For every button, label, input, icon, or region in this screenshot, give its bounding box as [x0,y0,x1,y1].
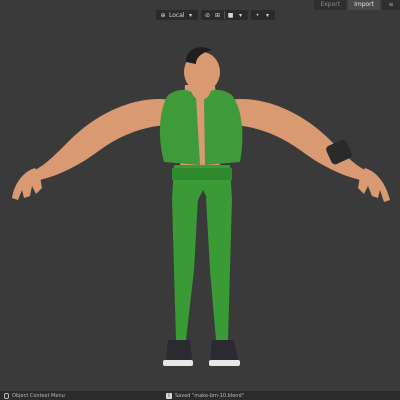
context-menu-hint: Object Context Menu [12,392,65,399]
mouse-icon [4,392,9,399]
chevron-down-icon[interactable]: ▾ [264,11,272,19]
3d-viewport[interactable]: ⊕ Local ▾ ⊘ ⊞ ■ ▾ • ▾ Export Import ≡ [0,0,400,400]
character-model [12,47,390,366]
info-icon: i [166,392,172,399]
import-button[interactable]: Import [348,0,380,10]
transform-orientation-label: Local [169,11,185,19]
status-bar: Object Context Menu i Saved "make-bm-10.… [0,391,400,400]
separator [223,11,225,19]
status-left: Object Context Menu [4,392,65,399]
pivot-icon[interactable]: ⊘ [204,11,212,19]
overlay-group[interactable]: • ▾ [250,10,275,20]
transform-orientation-dropdown[interactable]: ⊕ Local ▾ [156,10,198,20]
chevron-down-icon[interactable]: ▾ [237,11,245,19]
proportional-icon[interactable]: ■ [227,11,235,19]
snap-icon[interactable]: ⊞ [214,11,222,19]
header-right-buttons: Export Import ≡ [314,0,400,10]
overlay-icon[interactable]: • [254,11,262,19]
export-button[interactable]: Export [314,0,347,10]
menu-icon[interactable]: ≡ [382,0,400,10]
saved-message: Saved "make-bm-10.blend" [175,392,244,399]
status-center: i Saved "make-bm-10.blend" [166,392,244,399]
chevron-down-icon: ▾ [189,11,193,19]
snap-pivot-group[interactable]: ⊘ ⊞ ■ ▾ [200,10,248,20]
viewport-header-toolbar: ⊕ Local ▾ ⊘ ⊞ ■ ▾ • ▾ [156,9,275,21]
orientation-icon: ⊕ [160,11,166,19]
